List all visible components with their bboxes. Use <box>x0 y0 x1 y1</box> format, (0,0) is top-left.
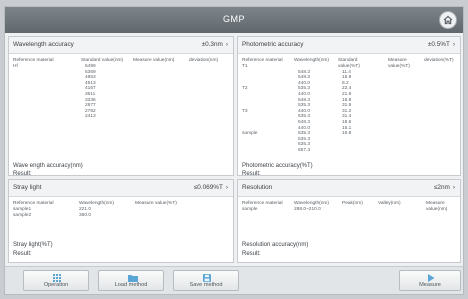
table-cell: 548.3 <box>298 119 311 125</box>
table-cell: 2877 <box>85 103 96 109</box>
button-label: Load method <box>114 282 148 288</box>
grid-icon <box>53 274 61 282</box>
standard-selector[interactable]: ≤0.069%T › <box>194 184 228 191</box>
accuracy-label: Resolution accuracy(nm) <box>242 242 309 248</box>
bottom-toolbar: Operation Load method Save method Measur… <box>5 266 463 294</box>
panel-title: Resolution <box>242 184 273 191</box>
reference-material-column: sample1 sample2 <box>13 207 31 218</box>
column-header: Reference material <box>13 201 54 206</box>
home-button[interactable] <box>439 11 457 29</box>
column-header: Peak(nm) <box>342 201 363 206</box>
standard-value: ≤2nm <box>433 184 450 191</box>
result-label: Result: <box>13 251 32 257</box>
table-cell: 535.3 <box>298 103 311 109</box>
chevron-right-icon: › <box>225 184 228 191</box>
standard-value: ±0.5%T <box>427 41 450 48</box>
save-method-button[interactable]: Save method <box>173 270 239 291</box>
table-cell: 21.9 <box>342 91 352 97</box>
column-header: Standard value(nm) <box>81 58 124 63</box>
panel-title: Stray light <box>13 184 42 191</box>
table-cell: 2413 <box>85 114 96 120</box>
table-cell: 31.9 <box>342 103 352 109</box>
resolution-header[interactable]: Resolution ≤2nm › <box>238 180 460 197</box>
column-header: Wavelength(nm) <box>294 201 330 206</box>
table-cell: sample2 <box>13 212 32 218</box>
gmp-window: GMP Wavelength accuracy ±0.3nm › Referenc… <box>4 6 464 295</box>
play-icon <box>428 274 435 282</box>
table-cell: 15.9 <box>342 75 352 81</box>
column-header: Wavelength(nm) <box>294 58 330 63</box>
save-icon <box>203 274 211 282</box>
column-header: Reference material <box>242 58 283 63</box>
standard-value-column: 11.4 15.9 8.2 22.4 21.9 15.8 31.9 31.2 3… <box>342 64 351 137</box>
wavelength-column: 221.0 360.0 <box>79 207 91 218</box>
column-header: Measure value(nm) <box>426 201 448 212</box>
photometric-accuracy-header[interactable]: Photometric accuracy ±0.5%T › <box>238 37 460 54</box>
stray-light-panel: Stray light ≤0.069%T › Reference material… <box>8 179 234 263</box>
table-cell: sample <box>242 131 258 137</box>
measure-button[interactable]: Measure <box>399 270 461 291</box>
table-cell: 3611 <box>85 91 96 97</box>
wavelength-accuracy-panel: Wavelength accuracy ±0.3nm › Reference ma… <box>8 36 234 177</box>
table-cell: 657.3 <box>298 147 311 153</box>
window-title: GMP <box>222 14 245 24</box>
operation-button[interactable]: Operation <box>23 270 89 291</box>
column-header: deviation(%T) <box>424 58 454 63</box>
column-header: deviation(nm) <box>189 58 219 63</box>
standard-value: ≤0.069%T <box>193 184 223 191</box>
button-label: Operation <box>43 282 69 288</box>
standard-selector[interactable]: ±0.5%T › <box>428 41 455 48</box>
standard-selector[interactable]: ±0.3nm › <box>202 41 228 48</box>
column-header: Wavelength(nm) <box>79 201 115 206</box>
column-header: Valley(nm) <box>378 201 401 206</box>
column-header: Measure value(nm) <box>133 58 175 63</box>
result-label: Result: <box>242 171 261 177</box>
home-icon <box>443 15 453 25</box>
wavelength-cell: 288.0~210.0 <box>294 207 321 212</box>
reference-material-cell: sample <box>242 207 258 212</box>
wavelength-column: 548.3 548.3 440.0 535.3 440.0 548.3 535.… <box>298 64 310 154</box>
standard-value-column: 6499 5369 4853 4513 4167 3611 3336 2877 … <box>85 64 96 120</box>
photometric-accuracy-panel: Photometric accuracy ±0.5%T › Reference m… <box>237 36 461 177</box>
column-header: Reference material <box>242 201 283 206</box>
table-cell: 440.0 <box>298 91 311 97</box>
chevron-right-icon: › <box>225 41 228 48</box>
accuracy-label: Wave ength accuracy(nm) <box>13 163 83 169</box>
standard-value: ±0.3nm <box>201 41 223 48</box>
panel-title: Wavelength accuracy <box>13 41 74 48</box>
stray-light-header[interactable]: Stray light ≤0.069%T › <box>9 180 233 197</box>
panel-title: Photometric accuracy <box>242 41 304 48</box>
table-cell: sample1 <box>13 207 32 212</box>
column-header: Measure value(%T) <box>135 201 177 206</box>
wavelength-accuracy-header[interactable]: Wavelength accuracy ±0.3nm › <box>9 37 233 54</box>
column-header: Reference material <box>13 58 54 63</box>
reference-material-cell: Hf <box>13 64 18 69</box>
chevron-right-icon: › <box>452 41 455 48</box>
table-cell <box>242 142 257 148</box>
chevron-right-icon: › <box>452 184 455 191</box>
accuracy-label: Stray light(%T) <box>13 242 53 248</box>
button-label: Save method <box>189 282 223 288</box>
table-cell: 4853 <box>85 75 96 81</box>
table-cell: 6499 <box>85 64 96 69</box>
resolution-panel: Resolution ≤2nm › Reference material Wave… <box>237 179 461 263</box>
standard-selector[interactable]: ≤2nm › <box>434 184 455 191</box>
table-cell: 15.8 <box>342 131 352 137</box>
table-cell: 18.6 <box>342 119 352 125</box>
table-cell: 548.3 <box>298 75 311 81</box>
result-label: Result: <box>13 171 32 177</box>
reference-material-column: T1 T2 T3 sample <box>242 64 257 148</box>
load-method-button[interactable]: Load method <box>98 270 164 291</box>
accuracy-label: Photometric accuracy(%T) <box>242 163 313 169</box>
button-label: Measure <box>419 282 441 288</box>
table-cell: 360.0 <box>79 212 92 218</box>
result-label: Result: <box>242 251 261 257</box>
column-header: Measure value(%T) <box>388 58 410 69</box>
table-cell: 221.0 <box>79 207 92 212</box>
folder-icon <box>128 275 138 282</box>
title-bar: GMP <box>5 7 463 33</box>
table-cell: 535.3 <box>298 131 311 137</box>
